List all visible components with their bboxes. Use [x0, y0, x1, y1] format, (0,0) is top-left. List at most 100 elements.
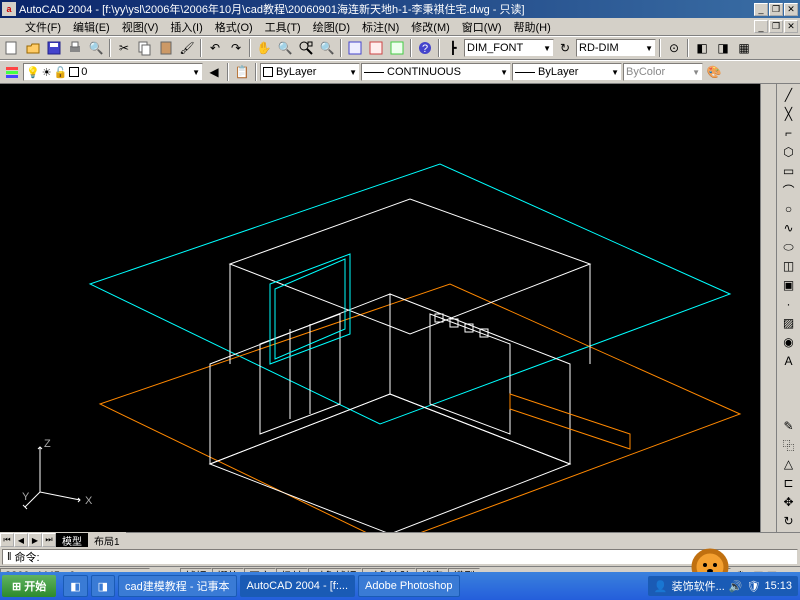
- cut-button[interactable]: ✂: [114, 38, 134, 58]
- erase-tool[interactable]: ✎: [779, 417, 799, 435]
- polygon-tool[interactable]: ⬡: [779, 143, 799, 161]
- close-button[interactable]: ✕: [784, 3, 798, 16]
- move-tool[interactable]: ✥: [779, 493, 799, 511]
- offset-tool[interactable]: ⊏: [779, 474, 799, 492]
- taskbar-item-photoshop[interactable]: Adobe Photoshop: [358, 575, 459, 597]
- designcenter-button[interactable]: [366, 38, 386, 58]
- system-tray[interactable]: 👤 装饰软件... 🔊 🛡 15:13: [648, 576, 798, 596]
- match-button[interactable]: 🖌: [177, 38, 197, 58]
- block-tool[interactable]: ▣: [779, 276, 799, 294]
- right-toolbar: ╱ ╳ ⌐ ⬡ ▭ ⌒ ○ ∿ ⬭ ◫ ▣ · ▨ ◉ A ✎ ⿻ △ ⊏ ✥ …: [776, 84, 800, 532]
- zoom-window-button[interactable]: [296, 38, 316, 58]
- lineweight-dropdown[interactable]: ByLayer▼: [512, 63, 622, 81]
- menu-draw[interactable]: 绘图(D): [307, 18, 356, 36]
- copy-button[interactable]: [135, 38, 155, 58]
- dim-update-button[interactable]: ↻: [555, 38, 575, 58]
- pan-button[interactable]: ✋: [254, 38, 274, 58]
- tab-prev-button[interactable]: ◀: [14, 533, 28, 547]
- hatch-tool[interactable]: ▨: [779, 314, 799, 332]
- view-button[interactable]: ▦: [734, 38, 754, 58]
- model-viewport[interactable]: X Y Z: [0, 84, 760, 532]
- ucs-button[interactable]: ◧: [692, 38, 712, 58]
- properties-button[interactable]: [345, 38, 365, 58]
- dim-icon[interactable]: ┣: [443, 38, 463, 58]
- menu-insert[interactable]: 插入(I): [164, 18, 208, 36]
- linetype-dropdown[interactable]: CONTINUOUS▼: [361, 63, 511, 81]
- layer-color-swatch: [69, 67, 79, 77]
- clock[interactable]: 15:13: [764, 580, 792, 592]
- tray-app-icon[interactable]: 👤: [654, 580, 668, 593]
- snap-from-button[interactable]: ⊙: [664, 38, 684, 58]
- menu-view[interactable]: 视图(V): [116, 18, 165, 36]
- menu-help[interactable]: 帮助(H): [508, 18, 557, 36]
- tray-volume-icon[interactable]: 🔊: [729, 580, 743, 593]
- taskbar-item-autocad[interactable]: AutoCAD 2004 - [f:...: [240, 575, 356, 597]
- app-icon: a: [2, 2, 16, 16]
- quicklaunch-1[interactable]: ◧: [63, 575, 87, 597]
- layer-manager-button[interactable]: [2, 62, 22, 82]
- pline-tool[interactable]: ⌐: [779, 124, 799, 142]
- plotstyle-dropdown[interactable]: ByColor▼: [623, 63, 703, 81]
- insert-tool[interactable]: ◫: [779, 257, 799, 275]
- save-button[interactable]: [44, 38, 64, 58]
- mdi-restore-button[interactable]: ❐: [769, 20, 783, 33]
- linetype-preview: [364, 72, 384, 73]
- menu-window[interactable]: 窗口(W): [456, 18, 508, 36]
- help-button[interactable]: ?: [415, 38, 435, 58]
- spline-tool[interactable]: ∿: [779, 219, 799, 237]
- layer-dropdown[interactable]: 💡 ☀ 🔓 0 ▼: [23, 63, 203, 81]
- menu-modify[interactable]: 修改(M): [405, 18, 456, 36]
- redo-button[interactable]: ↷: [226, 38, 246, 58]
- circle-tool[interactable]: ○: [779, 200, 799, 218]
- menu-tools[interactable]: 工具(T): [259, 18, 307, 36]
- menu-format[interactable]: 格式(O): [209, 18, 259, 36]
- vertical-scrollbar[interactable]: [760, 84, 776, 532]
- maximize-button[interactable]: ❐: [769, 3, 783, 16]
- tab-model[interactable]: 模型: [56, 533, 88, 547]
- titlebar: a AutoCAD 2004 - [f:\yy\ysl\2006年\2006年1…: [0, 0, 800, 18]
- rotate-tool[interactable]: ↻: [779, 512, 799, 530]
- new-button[interactable]: [2, 38, 22, 58]
- menu-dim[interactable]: 标注(N): [356, 18, 405, 36]
- mdi-close-button[interactable]: ✕: [784, 20, 798, 33]
- tab-layout1[interactable]: 布局1: [88, 533, 126, 547]
- drawing-area: X Y Z ╱ ╳ ⌐ ⬡ ▭ ⌒ ○ ∿ ⬭ ◫ ▣ · ▨ ◉ A ✎ ⿻ …: [0, 84, 800, 532]
- text-tool[interactable]: A: [779, 352, 799, 370]
- xline-tool[interactable]: ╳: [779, 105, 799, 123]
- taskbar-item-notepad[interactable]: cad建模教程 - 记事本: [118, 575, 237, 597]
- layer-states-button[interactable]: 📋: [232, 62, 252, 82]
- layer-prev-button[interactable]: ◀: [204, 62, 224, 82]
- dimset-dropdown[interactable]: RD-DIM▼: [576, 39, 656, 57]
- open-button[interactable]: [23, 38, 43, 58]
- zoom-prev-button[interactable]: 🔍: [317, 38, 337, 58]
- toolpalette-button[interactable]: [387, 38, 407, 58]
- mdi-minimize-button[interactable]: _: [754, 20, 768, 33]
- line-tool[interactable]: ╱: [779, 86, 799, 104]
- plotstyle-button[interactable]: 🎨: [704, 62, 724, 82]
- tray-shield-icon[interactable]: 🛡: [747, 580, 761, 593]
- ucs-prev-button[interactable]: ◨: [713, 38, 733, 58]
- undo-button[interactable]: ↶: [205, 38, 225, 58]
- point-tool[interactable]: ·: [779, 295, 799, 313]
- zoom-rt-button[interactable]: 🔍: [275, 38, 295, 58]
- tab-last-button[interactable]: ⏭: [42, 533, 56, 547]
- color-dropdown[interactable]: ByLayer▼: [260, 63, 360, 81]
- menu-file[interactable]: 文件(F): [19, 18, 67, 36]
- mirror-tool[interactable]: △: [779, 455, 799, 473]
- menu-edit[interactable]: 编辑(E): [67, 18, 116, 36]
- region-tool[interactable]: ◉: [779, 333, 799, 351]
- rect-tool[interactable]: ▭: [779, 162, 799, 180]
- tab-next-button[interactable]: ▶: [28, 533, 42, 547]
- quicklaunch-2[interactable]: ◨: [91, 575, 115, 597]
- tab-first-button[interactable]: ⏮: [0, 533, 14, 547]
- dimstyle-dropdown[interactable]: DIM_FONT▼: [464, 39, 554, 57]
- preview-button[interactable]: 🔍: [86, 38, 106, 58]
- copy-tool[interactable]: ⿻: [779, 436, 799, 454]
- print-button[interactable]: [65, 38, 85, 58]
- command-line[interactable]: ‖命令:: [2, 549, 798, 565]
- start-button[interactable]: ⊞开始: [2, 575, 56, 597]
- paste-button[interactable]: [156, 38, 176, 58]
- arc-tool[interactable]: ⌒: [779, 181, 799, 199]
- minimize-button[interactable]: _: [754, 3, 768, 16]
- ellipse-tool[interactable]: ⬭: [779, 238, 799, 256]
